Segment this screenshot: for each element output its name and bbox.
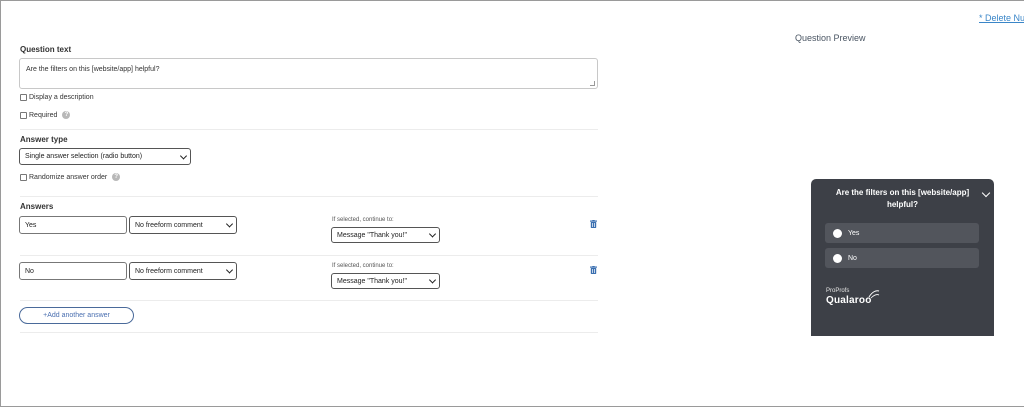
answer-type-label: Answer type [20, 135, 68, 144]
trash-icon[interactable] [590, 220, 597, 228]
randomize-label: Randomize answer order [29, 173, 108, 181]
divider [20, 300, 598, 301]
preview-option[interactable]: No [825, 248, 979, 268]
preview-option-label: No [848, 254, 857, 262]
brand-proprofs: ProProfs [826, 288, 850, 294]
answer-type-value: Single answer selection (radio button) [25, 153, 143, 160]
continue-label: If selected, continue to: [332, 263, 394, 269]
continue-to-value: Message "Thank you!" [337, 277, 407, 285]
help-icon[interactable]: ? [62, 111, 71, 119]
answer-value: Yes [25, 221, 37, 229]
chevron-down-icon [428, 230, 437, 238]
answer-input[interactable]: Yes [19, 216, 127, 234]
answer-type-select[interactable]: Single answer selection (radio button) [19, 148, 191, 165]
radio-icon[interactable] [833, 253, 842, 263]
comment-type-select[interactable]: No freeform comment [129, 262, 237, 280]
display-description-checkbox[interactable] [20, 94, 27, 101]
continue-to-select[interactable]: Message "Thank you!" [331, 273, 440, 289]
preview-option[interactable]: Yes [825, 223, 979, 243]
randomize-option[interactable]: Randomize answer order ? [20, 173, 121, 181]
help-icon[interactable]: ? [112, 173, 121, 181]
required-checkbox[interactable] [20, 111, 27, 119]
divider [20, 129, 598, 130]
divider [20, 196, 598, 197]
logo-swoosh-icon [868, 290, 880, 299]
question-text-field[interactable]: Are the filters on this [website/app] he… [19, 58, 598, 89]
divider [20, 332, 598, 333]
collapse-chevron-icon[interactable] [981, 188, 991, 198]
randomize-checkbox[interactable] [20, 173, 27, 181]
question-preview-title: Question Preview [795, 33, 866, 43]
delete-link[interactable]: * Delete Nu [979, 13, 1024, 23]
brand-logo: Qualaroo [826, 295, 872, 306]
required-option[interactable]: Required ? [20, 111, 71, 119]
radio-icon[interactable] [833, 228, 842, 238]
add-answer-button[interactable]: +Add another answer [19, 307, 134, 324]
trash-icon[interactable] [590, 266, 597, 274]
survey-preview-widget: Are the filters on this [website/app] he… [811, 179, 994, 336]
comment-type-value: No freeform comment [135, 267, 203, 275]
chevron-down-icon [225, 220, 234, 228]
chevron-down-icon [225, 266, 234, 274]
preview-option-label: Yes [848, 229, 860, 237]
divider [20, 255, 598, 256]
chevron-down-icon [179, 151, 188, 160]
answer-input[interactable]: No [19, 262, 127, 280]
chevron-down-icon [428, 276, 437, 284]
display-description-option[interactable]: Display a description [20, 94, 94, 101]
comment-type-value: No freeform comment [135, 221, 203, 229]
continue-to-select[interactable]: Message "Thank you!" [331, 227, 440, 243]
display-description-label: Display a description [29, 94, 94, 101]
continue-label: If selected, continue to: [332, 217, 394, 223]
answers-label: Answers [20, 202, 54, 211]
question-text-label: Question text [20, 45, 72, 54]
resize-handle-icon[interactable] [590, 81, 595, 86]
required-label: Required [29, 111, 58, 119]
comment-type-select[interactable]: No freeform comment [129, 216, 237, 234]
preview-question-title: Are the filters on this [website/app] he… [835, 188, 970, 209]
continue-to-value: Message "Thank you!" [337, 231, 407, 239]
answer-value: No [25, 267, 34, 275]
question-text-value: Are the filters on this [website/app] he… [26, 66, 160, 73]
